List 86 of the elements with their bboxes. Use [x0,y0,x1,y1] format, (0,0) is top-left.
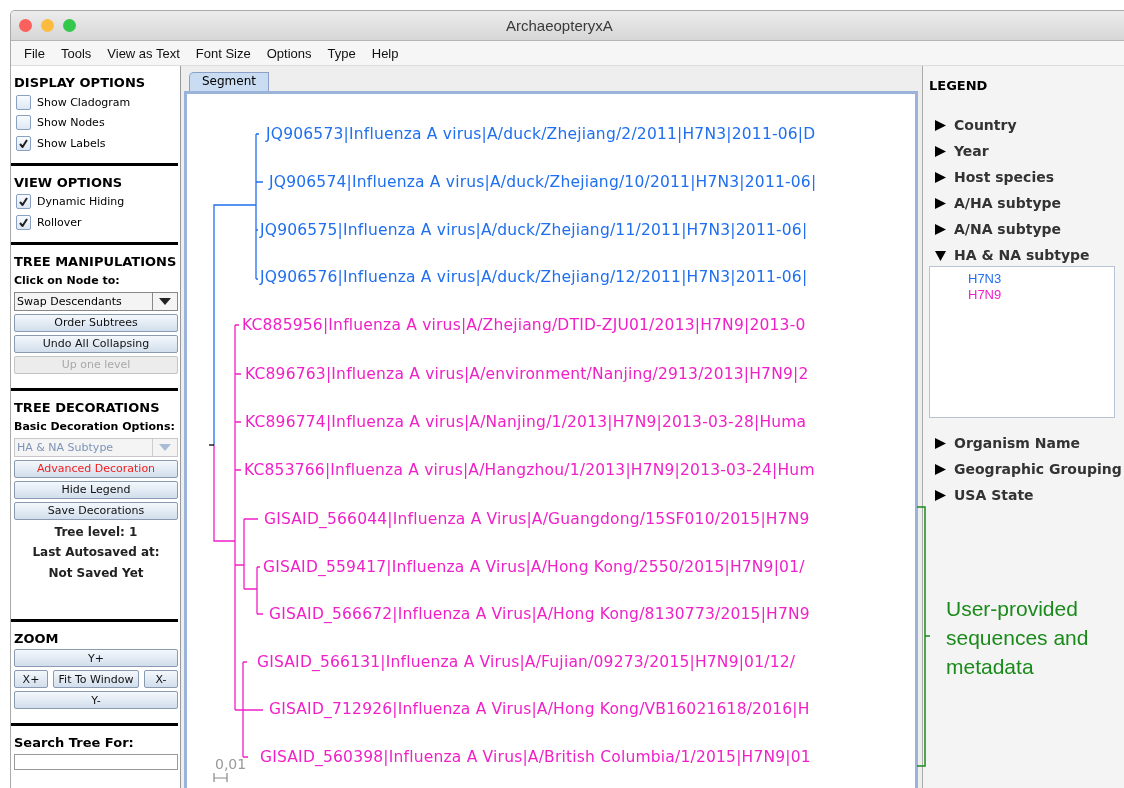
leaf-label[interactable]: JQ906573|Influenza A virus|A/duck/Zhejiang/2/2011|H7N3|2011-06|D [266,125,816,143]
legend-value: H7N3 [968,271,1002,287]
panel-button[interactable]: Undo All Collapsing [14,334,178,353]
zoom-button[interactable]: Y+ [14,649,178,667]
leaf-label[interactable]: GISAID_559417|Influenza A Virus|A/Hong Kong/2550/2015|H7N9|01/ [263,558,805,576]
leaf-label[interactable]: GISAID_566672|Influenza A Virus|A/Hong Kong/8130773/2015|H7N9 [269,605,810,623]
legend-category[interactable]: A/HA subtype [929,190,1062,216]
legend-category[interactable]: Host species [929,164,1054,190]
menu-item[interactable]: Type [319,45,364,61]
collapsed-triangle-icon [935,119,946,131]
checkbox[interactable] [16,135,31,151]
menu-item[interactable]: View as Text [99,45,188,61]
checkbox[interactable] [16,214,31,230]
panel-button[interactable]: Advanced Decoration [14,459,178,478]
leaf-label[interactable]: KC853766|Influenza A virus|A/Hangzhou/1/2013|H7N9|2013-03-24|Hum [244,461,815,479]
collapsed-triangle-icon [935,437,946,449]
section-heading: ZOOM [14,630,60,648]
legend-category[interactable]: HA & NA subtype [929,242,1090,268]
leaf-label[interactable]: JQ906575|Influenza A virus|A/duck/Zhejiang/11/2011|H7N3|2011-06| [260,221,808,239]
checkbox-label: Show Cladogram [37,95,131,109]
tab[interactable]: Segment [189,72,269,91]
section-heading: TREE DECORATIONS [14,398,161,417]
collapsed-triangle-icon [935,145,946,157]
checkbox-label: Show Nodes [37,116,105,130]
section-heading: DISPLAY OPTIONS [14,74,147,92]
legend-category[interactable]: Year [929,138,989,164]
zoom-button[interactable]: Y- [14,691,178,709]
search-field[interactable] [14,754,178,770]
section-heading: TREE MANIPULATIONS [14,252,178,271]
prompt-label: Click on Node to: [14,272,121,289]
action-dropdown[interactable]: Swap Descendants [14,291,178,311]
menu-item[interactable]: Font Size [187,45,259,61]
panel-button[interactable]: Save Decorations [14,501,178,520]
minimize-icon[interactable] [41,19,54,32]
maximize-icon[interactable] [63,19,76,32]
checkbox-label: Show Labels [37,136,106,150]
scale-label: 0,01 [215,756,247,772]
collapsed-triangle-icon [935,197,946,209]
fit-button[interactable]: Fit To Window [53,670,139,688]
menu-item[interactable]: Options [258,45,320,61]
zoom-button[interactable]: X- [144,670,178,688]
leaf-label[interactable]: KC885956|Influenza A virus|A/Zhejiang/DTID-ZJU01/2013|H7N9|2013-0 [242,316,806,334]
leaf-label[interactable]: KC896763|Influenza A virus|A/environment/Nanjing/2913/2013|H7N9|2 [245,365,809,383]
checkbox[interactable] [16,194,31,210]
legend-category[interactable]: A/NA subtype [929,216,1062,242]
bracket-icon [916,506,930,767]
legend-category[interactable]: Country [929,112,1017,138]
checkbox-label: Rollover [37,215,82,229]
leaf-label[interactable]: GISAID_712926|Influenza A Virus|A/Hong Kong/VB16021618/2016|H [269,700,810,718]
leaf-label[interactable]: KC896774|Influenza A virus|A/Nanjing/1/2013|H7N9|2013-03-28|Huma [245,413,807,431]
search-label: Search Tree For: [14,734,135,752]
leaf-label[interactable]: JQ906576|Influenza A virus|A/duck/Zhejiang/12/2011|H7N3|2011-06| [260,268,808,286]
leaf-label[interactable]: JQ906574|Influenza A virus|A/duck/Zhejiang/10/2011|H7N3|2011-06| [269,173,817,191]
status-text: Not Saved Yet [47,564,145,582]
prompt-label: Basic Decoration Options: [14,418,176,435]
collapsed-triangle-icon [935,223,946,235]
legend-value: H7N9 [968,287,1002,303]
checkbox[interactable] [16,115,31,131]
caret-icon [159,443,171,451]
status-text: Tree level: 1 [53,523,139,541]
close-icon[interactable] [19,19,32,32]
legend-title: LEGEND [929,78,988,93]
annotation-text: User-provided sequences and metadata [946,596,1090,680]
legend-category[interactable]: Geographic Grouping [929,456,1122,482]
window-title: ArchaeopteryxA [506,17,613,34]
expanded-triangle-icon [935,249,946,261]
checkbox[interactable] [16,94,31,110]
scale-bar-icon [213,772,228,783]
collapsed-triangle-icon [935,463,946,475]
legend-category[interactable]: USA State [929,482,1034,508]
checkbox-label: Dynamic Hiding [37,195,125,209]
panel-button[interactable]: Hide Legend [14,480,178,499]
caret-icon [159,297,171,305]
status-text: Last Autosaved at: [31,544,161,561]
menu-item[interactable]: Help [363,45,407,61]
collapsed-triangle-icon [935,171,946,183]
leaf-label[interactable]: GISAID_560398|Influenza A Virus|A/British Columbia/1/2015|H7N9|01 [260,748,811,766]
menu-item[interactable]: File [16,45,53,61]
leaf-label[interactable]: GISAID_566131|Influenza A Virus|A/Fujian/09273/2015|H7N9|01/12/ [257,653,796,671]
legend-category[interactable]: Organism Name [929,430,1081,456]
panel-button[interactable]: Order Subtrees [14,313,178,332]
section-heading: VIEW OPTIONS [14,173,124,192]
collapsed-triangle-icon [935,489,946,501]
leaf-label[interactable]: GISAID_566044|Influenza A Virus|A/Guangdong/15SF010/2015|H7N9 [264,510,810,528]
menu-item[interactable]: Tools [52,45,100,61]
zoom-button[interactable]: X+ [14,670,48,688]
